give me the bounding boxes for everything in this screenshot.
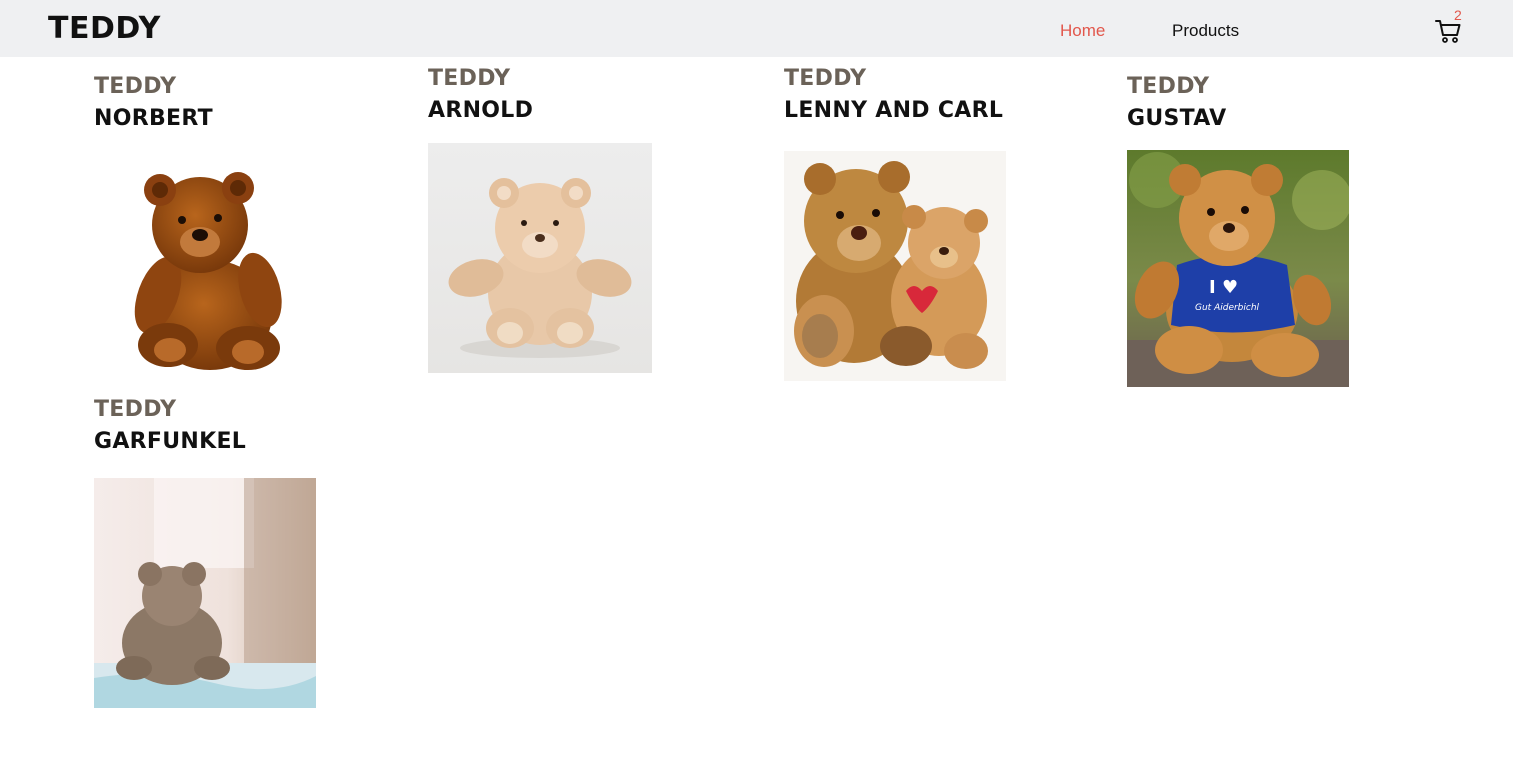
product-kicker: TEDDY xyxy=(94,74,177,99)
shirt-subprint: Gut Aiderbichl xyxy=(1195,303,1260,313)
product-image-garfunkel[interactable] xyxy=(94,478,316,708)
nav-products-link[interactable]: Products xyxy=(1172,20,1239,42)
product-name[interactable]: NORBERT xyxy=(94,104,213,134)
product-name[interactable]: GUSTAV xyxy=(1127,104,1226,134)
product-card-garfunkel[interactable]: TEDDY GARFUNKEL xyxy=(94,395,246,457)
nav-home-link[interactable]: Home xyxy=(1060,20,1105,42)
navbar: TEDDY Home Products 2 xyxy=(0,0,1513,57)
product-kicker: TEDDY xyxy=(94,397,177,422)
product-card-gustav[interactable]: TEDDY GUSTAV xyxy=(1127,72,1226,134)
product-card-lenny-and-carl[interactable]: TEDDY LENNY AND CARL xyxy=(784,64,1003,126)
cart-count-badge: 2 xyxy=(1454,7,1462,23)
product-kicker: TEDDY xyxy=(428,66,511,91)
shirt-print: I ♥ xyxy=(1209,277,1238,298)
product-name[interactable]: GARFUNKEL xyxy=(94,427,246,457)
product-kicker: TEDDY xyxy=(1127,74,1210,99)
product-image-norbert[interactable] xyxy=(120,160,320,375)
product-kicker: TEDDY xyxy=(784,66,867,91)
product-image-gustav[interactable]: I ♥ Gut Aiderbichl xyxy=(1127,150,1349,387)
product-image-lenny-and-carl[interactable] xyxy=(784,151,1006,381)
product-name[interactable]: LENNY AND CARL xyxy=(784,96,1003,126)
product-image-arnold[interactable] xyxy=(428,143,652,373)
product-name[interactable]: ARNOLD xyxy=(428,96,533,126)
product-card-norbert[interactable]: TEDDY NORBERT xyxy=(94,72,213,134)
brand-logo[interactable]: TEDDY xyxy=(48,10,161,48)
product-card-arnold[interactable]: TEDDY ARNOLD xyxy=(428,64,533,126)
